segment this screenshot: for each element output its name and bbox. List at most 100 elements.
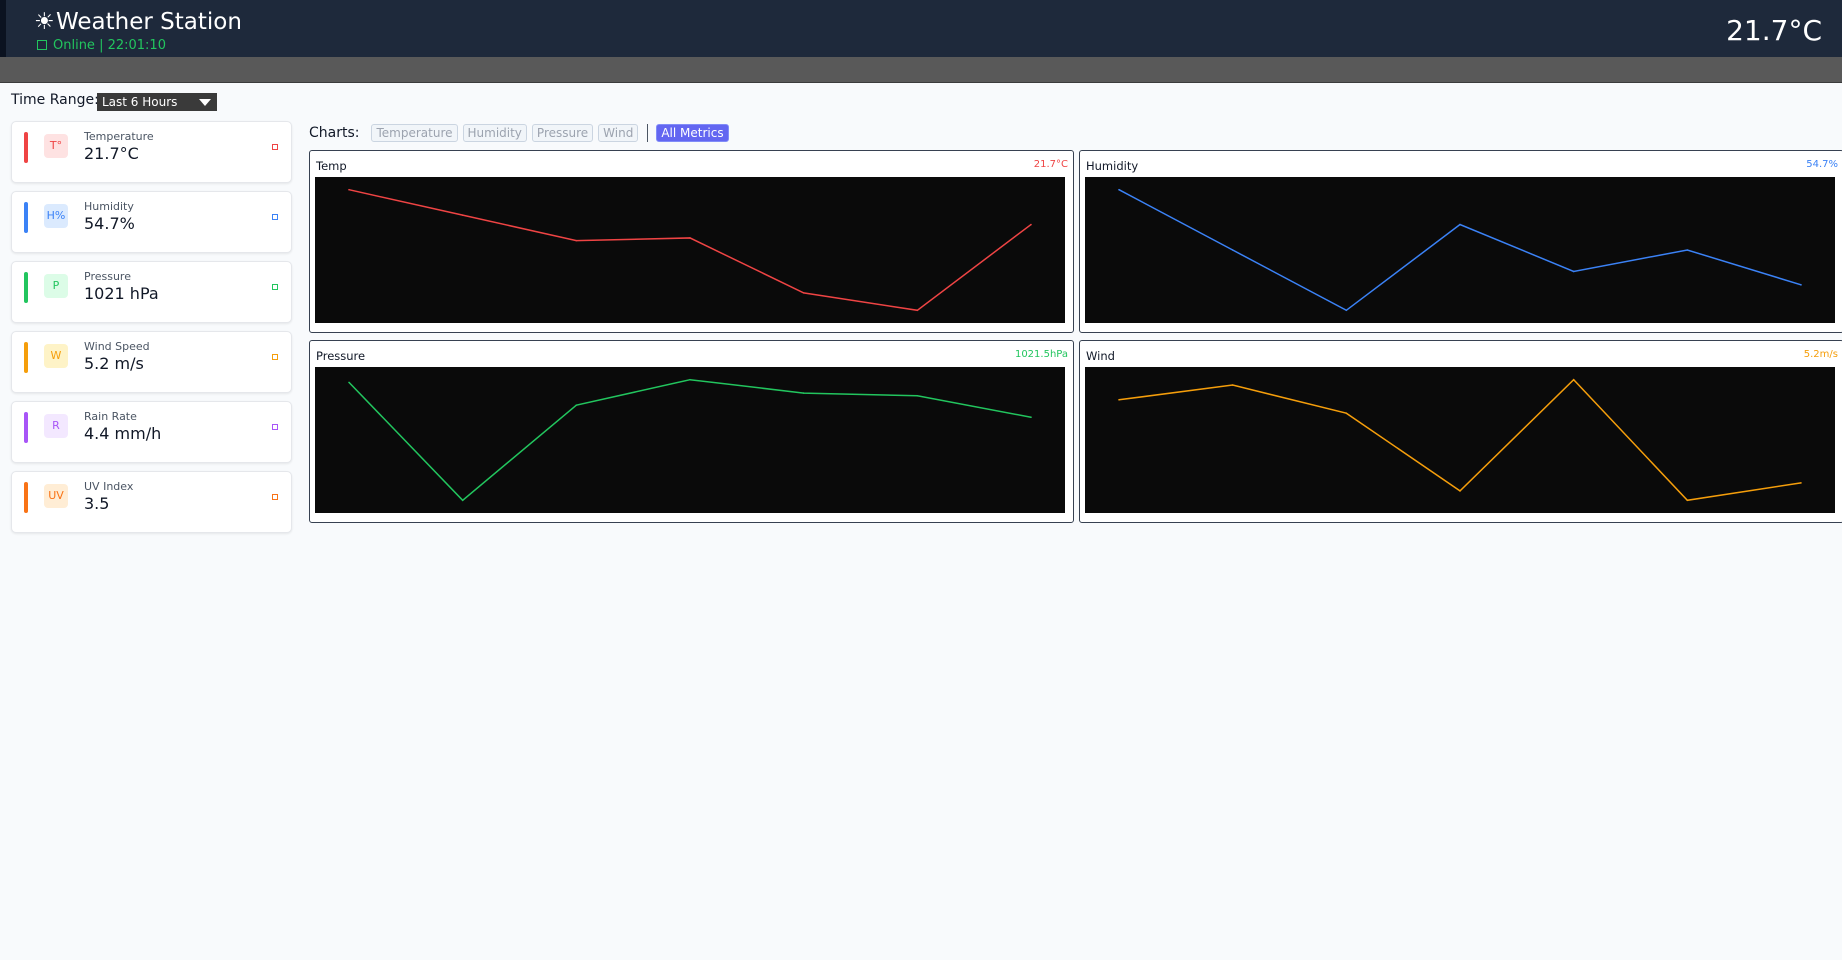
sensor-value: 4.4 mm/h [84, 424, 162, 443]
data-point [689, 237, 691, 239]
sensor-card-wind-speed[interactable]: W Wind Speed 5.2 m/s [11, 331, 292, 393]
temperature-icon: T° [44, 134, 68, 158]
app-title: ☀Weather Station [34, 9, 242, 35]
data-point [1030, 223, 1032, 226]
sensor-status-icon [272, 494, 278, 500]
chart-title: Temp [316, 159, 347, 173]
data-point [1459, 223, 1461, 226]
sun-icon: ☀ [34, 9, 55, 35]
sensor-color-bar [24, 132, 28, 163]
time-range-select[interactable]: Last 6 Hours [97, 93, 217, 111]
sensor-card-temperature[interactable]: T° Temperature 21.7°C [11, 121, 292, 183]
data-point [1572, 378, 1575, 381]
sensor-color-bar [24, 482, 28, 513]
data-point [1118, 399, 1120, 401]
humidity-line-chart [1085, 177, 1835, 323]
sensor-color-bar [24, 202, 28, 233]
divider [647, 123, 649, 142]
data-point [575, 239, 578, 242]
sensor-label: Temperature [84, 130, 154, 143]
sensor-color-bar [24, 342, 28, 373]
sensor-label: Wind Speed [84, 340, 150, 353]
data-point [916, 309, 919, 312]
chart-title: Humidity [1086, 159, 1139, 173]
temperature-line-chart [315, 177, 1065, 323]
chart-panel-pressure: Pressure 1021.5hPa [309, 340, 1074, 523]
chart-toggle-all-metrics[interactable]: All Metrics [656, 123, 729, 142]
series-line [1118, 378, 1802, 502]
data-point [916, 394, 919, 397]
status-indicator-icon [37, 40, 47, 50]
data-point [1231, 249, 1234, 251]
data-point [461, 214, 464, 216]
time-range-label: Time Range: [11, 92, 99, 108]
series-line [348, 378, 1032, 502]
data-point [1686, 249, 1689, 251]
data-point [461, 499, 464, 502]
sensor-card-uv-index[interactable]: UV UV Index 3.5 [11, 471, 292, 533]
sensor-list: T° Temperature 21.7°C H% Humidity 54.7% … [11, 121, 292, 541]
sensor-label: Rain Rate [84, 410, 137, 423]
header-temperature: 21.7°C [1726, 14, 1822, 47]
data-point [1800, 284, 1802, 286]
chart-panel-humidity: Humidity 54.7% [1079, 150, 1842, 333]
app-title-text: Weather Station [56, 9, 242, 35]
chart-filter-bar: Charts: Temperature Humidity Pressure Wind Al… [309, 122, 734, 142]
sensor-value: 54.7% [84, 214, 135, 233]
sensor-value: 21.7°C [84, 144, 139, 163]
chart-current-value: 54.7% [1806, 159, 1838, 170]
data-point [1030, 416, 1032, 419]
sensor-color-bar [24, 272, 28, 303]
sensor-card-pressure[interactable]: P Pressure 1021 hPa [11, 261, 292, 323]
sensor-card-humidity[interactable]: H% Humidity 54.7% [11, 191, 292, 253]
connection-status: Online | 22:01:10 [37, 38, 166, 53]
wind-line-chart [1085, 367, 1835, 513]
sensor-value: 5.2 m/s [84, 354, 144, 373]
rain-icon: R [44, 414, 68, 438]
sensor-label: Pressure [84, 270, 131, 283]
chart-panel-wind: Wind 5.2m/s [1079, 340, 1842, 523]
sensor-label: Humidity [84, 200, 134, 213]
wind-icon: W [44, 344, 68, 368]
data-point [802, 392, 805, 394]
chart-toggle-pressure[interactable]: Pressure [531, 123, 594, 142]
data-point [1231, 384, 1234, 386]
chart-current-value: 21.7°C [1033, 159, 1068, 170]
data-point [348, 188, 350, 191]
time-range-value: Last 6 Hours [102, 95, 178, 109]
series-line [348, 188, 1032, 312]
chart-toggle-humidity[interactable]: Humidity [462, 123, 527, 142]
data-point [802, 292, 805, 294]
chart-current-value: 1021.5hPa [1014, 349, 1068, 360]
data-point [689, 378, 691, 381]
chart-title: Pressure [316, 349, 366, 363]
data-point [1686, 499, 1689, 502]
data-point [1345, 309, 1348, 312]
sensor-color-bar [24, 412, 28, 443]
chart-toggle-wind[interactable]: Wind [598, 123, 639, 142]
toolbar-strip [0, 57, 1842, 83]
data-point [1459, 490, 1461, 492]
chart-title: Wind [1086, 349, 1115, 363]
charts-label: Charts: [309, 124, 360, 141]
data-point [1118, 188, 1120, 191]
pressure-line-chart [315, 367, 1065, 513]
humidity-icon: H% [44, 204, 68, 228]
sensor-status-icon [272, 354, 278, 360]
uv-icon: UV [44, 484, 68, 508]
pressure-icon: P [44, 274, 68, 298]
app-header: ☀Weather Station Online | 22:01:10 21.7°… [0, 0, 1842, 57]
series-line [1118, 189, 1802, 312]
chevron-down-icon [199, 99, 211, 106]
sensor-status-icon [272, 424, 278, 430]
data-point [575, 404, 578, 406]
sensor-value: 3.5 [84, 494, 110, 513]
chart-toggle-temperature[interactable]: Temperature [371, 123, 458, 142]
chart-panel-temperature: Temp 21.7°C [309, 150, 1074, 333]
sensor-status-icon [272, 144, 278, 150]
data-point [348, 381, 350, 384]
chart-current-value: 5.2m/s [1803, 349, 1838, 360]
sensor-label: UV Index [84, 480, 134, 493]
sensor-card-rain-rate[interactable]: R Rain Rate 4.4 mm/h [11, 401, 292, 463]
data-point [1572, 270, 1575, 273]
